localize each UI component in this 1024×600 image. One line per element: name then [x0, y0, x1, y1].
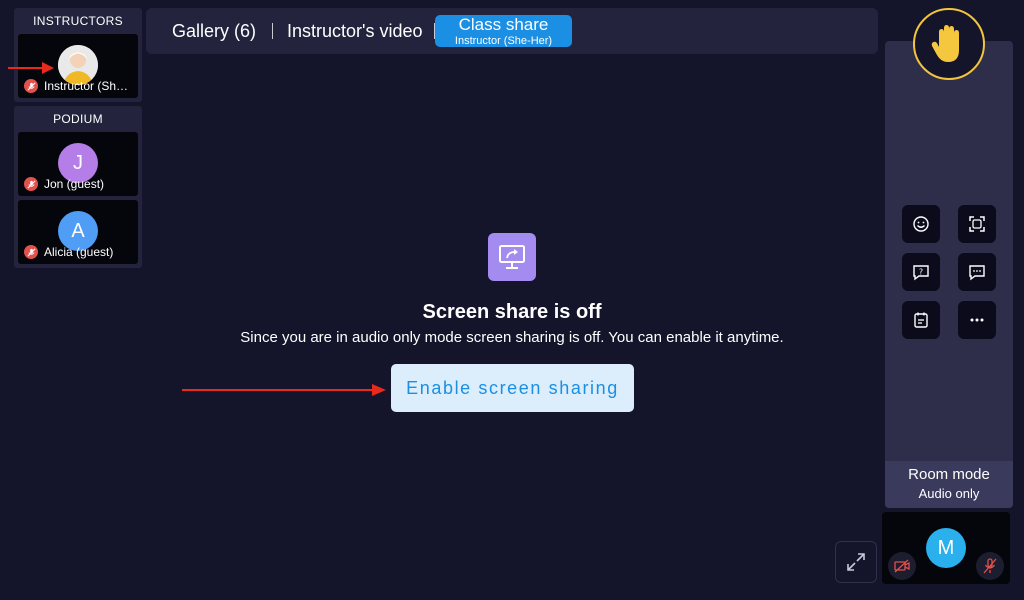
tab-class-share[interactable]: Class share Instructor (She-Her) [435, 15, 572, 47]
participant-tile-jon[interactable]: J Jon (guest) [18, 132, 138, 196]
instructors-title: INSTRUCTORS [33, 14, 123, 28]
svg-text:?: ? [919, 268, 923, 277]
room-mode-value: Audio only [918, 486, 980, 501]
podium-title: PODIUM [53, 112, 103, 126]
mic-muted-icon [24, 79, 38, 93]
room-mode: Room mode Audio only [885, 461, 1013, 508]
participant-tile-alicia[interactable]: A Alicia (guest) [18, 200, 138, 264]
annotation-arrow-icon [182, 384, 386, 396]
focus-icon[interactable] [958, 205, 996, 243]
expand-icon[interactable] [835, 541, 877, 583]
mic-muted-icon [24, 245, 38, 259]
mic-muted-icon [24, 177, 38, 191]
podium-panel: PODIUM J Jon (guest) A Alicia (guest) [14, 106, 142, 268]
avatar: M [926, 528, 966, 568]
instructors-panel: INSTRUCTORS Instructor (She-Her) [14, 8, 142, 102]
tab-class-share-sublabel: Instructor (She-Her) [454, 35, 553, 47]
mic-muted-icon[interactable] [976, 552, 1004, 580]
view-tabs: Gallery (6) Instructor's video Class sha… [146, 8, 878, 54]
tab-divider [272, 23, 273, 39]
participant-name: Jon (guest) [44, 177, 105, 191]
screen-share-title: Screen share is off [422, 301, 602, 323]
question-icon[interactable]: ? [902, 253, 940, 291]
tab-instructor-video[interactable]: Instructor's video [287, 8, 423, 54]
raised-hand-icon[interactable] [913, 8, 985, 80]
annotation-arrow-icon [8, 62, 54, 74]
camera-off-icon[interactable] [888, 552, 916, 580]
tab-gallery[interactable]: Gallery (6) [172, 8, 256, 54]
more-icon[interactable] [958, 301, 996, 339]
room-mode-label: Room mode [908, 466, 990, 483]
participant-name: Instructor (She-Her) [44, 79, 134, 93]
participant-name: Alicia (guest) [44, 245, 114, 259]
screen-share-message: Since you are in audio only mode screen … [240, 329, 784, 346]
chat-icon[interactable] [958, 253, 996, 291]
notes-icon[interactable] [902, 301, 940, 339]
enable-screen-sharing-button[interactable]: Enable screen sharing [391, 364, 634, 412]
self-view-tile: M [882, 512, 1010, 584]
emoji-icon[interactable] [902, 205, 940, 243]
screen-share-icon [488, 233, 536, 281]
tab-class-share-label: Class share [458, 15, 549, 34]
